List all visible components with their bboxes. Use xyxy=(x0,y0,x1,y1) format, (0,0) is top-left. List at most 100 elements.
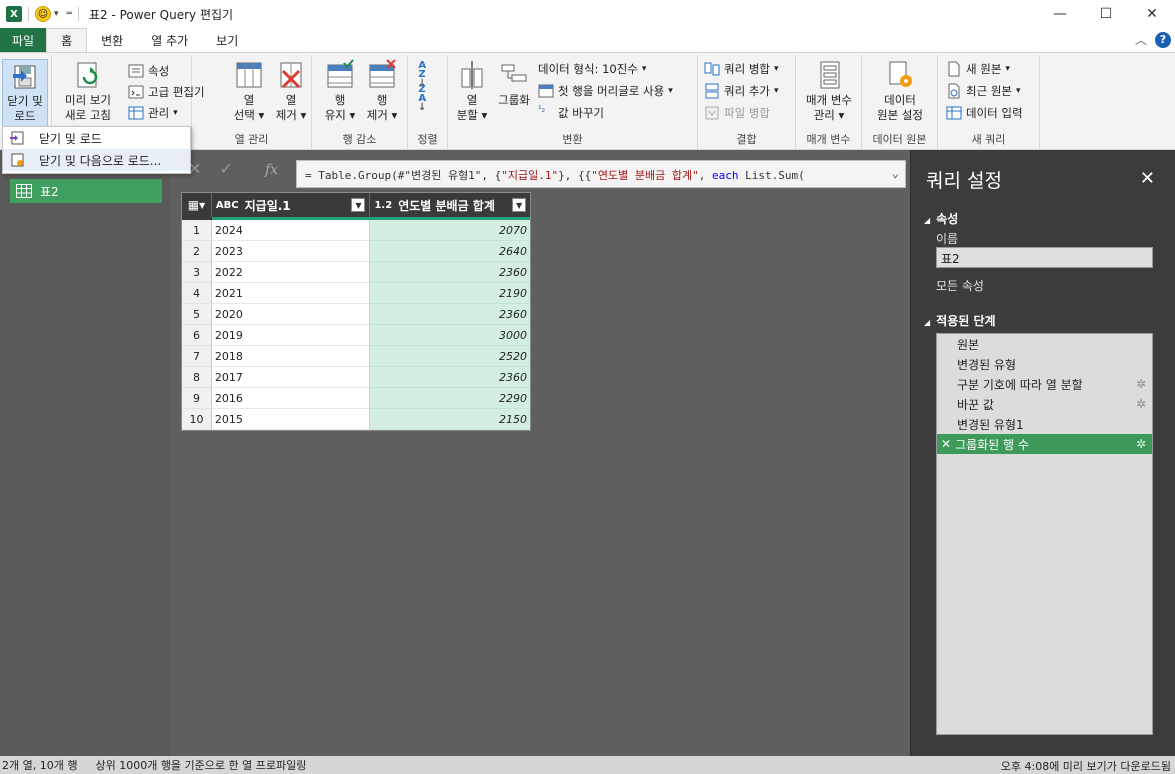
split-column-button[interactable]: 열 분할 ▾ xyxy=(450,59,494,123)
expand-formula-icon[interactable]: ⌄ xyxy=(892,166,899,180)
cell[interactable]: 2520 xyxy=(370,346,531,367)
cell[interactable]: 2016 xyxy=(211,388,371,409)
cell[interactable]: 2024 xyxy=(211,220,371,241)
menu-item-close-load[interactable]: 닫기 및 로드 xyxy=(3,127,190,149)
tab-transform[interactable]: 변환 xyxy=(87,28,137,52)
new-source-button[interactable]: 새 원본 ▾ xyxy=(946,59,1010,79)
smiley-feedback-icon[interactable]: ☺ xyxy=(35,6,51,22)
enter-data-button[interactable]: 데이터 입력 xyxy=(946,103,1023,123)
fx-icon[interactable]: fx xyxy=(265,162,278,178)
table-row[interactable]: 1 2024 2070 xyxy=(182,220,531,241)
manage-columns-group: 열 선택 ▾ 열 제거 ▾ 열 관리 xyxy=(192,55,312,149)
manage-button[interactable]: 관리 ▾ xyxy=(128,103,178,123)
table-row[interactable]: 3 2022 2360 xyxy=(182,262,531,283)
window-title: 표2 - Power Query 편집기 xyxy=(88,7,234,22)
append-queries-button[interactable]: 쿼리 추가 ▾ xyxy=(704,81,779,101)
step-item[interactable]: 바꾼 값 ✲ xyxy=(937,394,1152,414)
chevron-down-icon: ▾ xyxy=(773,86,779,96)
column-header[interactable]: 1.2 연도별 분배금 합계 ▼ xyxy=(370,193,530,217)
query-item[interactable]: 표2 xyxy=(10,179,162,203)
step-item[interactable]: 변경된 유형1 xyxy=(937,414,1152,434)
cell[interactable]: 2018 xyxy=(211,346,371,367)
text-type-icon[interactable]: ABC xyxy=(216,200,239,211)
recent-sources-icon xyxy=(948,83,960,99)
close-window-button[interactable]: ✕ xyxy=(1129,0,1175,28)
remove-columns-button[interactable]: 열 제거 ▾ xyxy=(268,59,314,123)
remove-rows-button[interactable]: 행 제거 ▾ xyxy=(360,59,404,123)
step-item-selected[interactable]: ✕ 그룹화된 행 수 ✲ xyxy=(937,434,1152,454)
decimal-type-icon[interactable]: 1.2 xyxy=(374,200,392,211)
tab-home[interactable]: 홈 xyxy=(46,28,88,52)
confirm-formula-icon[interactable]: ✓ xyxy=(219,159,232,178)
cell[interactable]: 2290 xyxy=(370,388,531,409)
table-row[interactable]: 10 2015 2150 xyxy=(182,409,531,430)
properties-section-header[interactable]: ◢ 속성 xyxy=(924,210,958,227)
properties-button[interactable]: 속성 xyxy=(128,61,169,81)
cell[interactable]: 2015 xyxy=(211,409,371,430)
cell[interactable]: 2022 xyxy=(211,262,371,283)
sort-descending-button[interactable]: Z A ↓ xyxy=(418,85,426,113)
collapse-ribbon-icon[interactable]: ︿ xyxy=(1135,31,1147,48)
choose-columns-button[interactable]: 열 선택 ▾ xyxy=(226,59,272,123)
step-item[interactable]: 구분 기호에 따라 열 분할 ✲ xyxy=(937,374,1152,394)
step-item[interactable]: 변경된 유형 xyxy=(937,354,1152,374)
formula-bar[interactable]: = Table.Group(#"변경된 유형1", {"지급일.1"}, {{"… xyxy=(296,160,906,188)
close-load-button[interactable]: 닫기 및 로드 xyxy=(2,59,48,129)
tab-view[interactable]: 보기 xyxy=(202,28,252,52)
cell[interactable]: 2190 xyxy=(370,283,531,304)
table-row[interactable]: 7 2018 2520 xyxy=(182,346,531,367)
cell[interactable]: 2150 xyxy=(370,409,531,430)
query-name-field[interactable]: 표2 xyxy=(936,247,1153,268)
cell[interactable]: 2017 xyxy=(211,367,371,388)
gear-icon[interactable]: ✲ xyxy=(1136,397,1146,411)
cell[interactable]: 2360 xyxy=(370,304,531,325)
table-row[interactable]: 8 2017 2360 xyxy=(182,367,531,388)
tab-file[interactable]: 파일 xyxy=(0,28,47,52)
minimize-button[interactable]: — xyxy=(1037,0,1083,28)
quick-access-menu-icon[interactable]: ═ xyxy=(67,9,72,19)
table-row[interactable]: 9 2016 2290 xyxy=(182,388,531,409)
cell[interactable]: 3000 xyxy=(370,325,531,346)
merge-queries-button[interactable]: 쿼리 병합 ▾ xyxy=(704,59,779,79)
table-menu-icon[interactable]: ▦▾ xyxy=(182,193,212,217)
column-header[interactable]: ABC 지급일.1 ▼ xyxy=(212,193,371,217)
cell[interactable]: 2023 xyxy=(211,241,371,262)
recent-sources-button[interactable]: 최근 원본 ▾ xyxy=(946,81,1021,101)
manage-parameters-button[interactable]: 매개 변수 관리 ▾ xyxy=(800,59,858,123)
cell[interactable]: 2360 xyxy=(370,262,531,283)
table-row[interactable]: 5 2020 2360 xyxy=(182,304,531,325)
column-filter-icon[interactable]: ▼ xyxy=(512,198,527,212)
cell[interactable]: 2019 xyxy=(211,325,371,346)
data-type-dropdown[interactable]: 데이터 형식: 10진수 ▾ xyxy=(538,59,646,79)
column-filter-icon[interactable]: ▼ xyxy=(351,198,366,212)
applied-steps-header[interactable]: ◢ 적용된 단계 xyxy=(924,312,996,329)
keep-rows-button[interactable]: 행 유지 ▾ xyxy=(318,59,362,123)
choose-columns-label-1: 열 xyxy=(243,93,255,107)
gear-icon[interactable]: ✲ xyxy=(1136,377,1146,391)
status-profiling[interactable]: 상위 1000개 행을 기준으로 한 열 프로파일링 xyxy=(95,757,306,773)
cell[interactable]: 2640 xyxy=(370,241,531,262)
chevron-down-icon[interactable]: ▾ xyxy=(54,9,59,19)
use-first-row-button[interactable]: 첫 행을 머리글로 사용 ▾ xyxy=(538,81,673,101)
cell[interactable]: 2021 xyxy=(211,283,371,304)
cell[interactable]: 2020 xyxy=(211,304,371,325)
combine-files-button[interactable]: 파일 병합 xyxy=(704,103,770,123)
cell[interactable]: 2070 xyxy=(370,220,531,241)
cell[interactable]: 2360 xyxy=(370,367,531,388)
group-by-button[interactable]: 그룹화 xyxy=(492,59,536,108)
tab-add-column[interactable]: 열 추가 xyxy=(137,28,202,52)
menu-item-close-load-to[interactable]: 닫기 및 다음으로 로드... xyxy=(3,149,190,171)
table-row[interactable]: 2 2023 2640 xyxy=(182,241,531,262)
all-properties-link[interactable]: 모든 속성 xyxy=(936,277,984,294)
close-icon[interactable]: ✕ xyxy=(1140,168,1155,189)
refresh-preview-button[interactable]: 미리 보기 새로 고침 xyxy=(60,59,116,123)
table-row[interactable]: 6 2019 3000 xyxy=(182,325,531,346)
data-source-settings-button[interactable]: 데이터 원본 설정 xyxy=(868,59,932,123)
replace-values-button[interactable]: ¹₂ 값 바꾸기 xyxy=(538,103,604,123)
gear-icon[interactable]: ✲ xyxy=(1136,437,1146,451)
table-row[interactable]: 4 2021 2190 xyxy=(182,283,531,304)
step-item[interactable]: 원본 xyxy=(937,334,1152,354)
delete-step-icon[interactable]: ✕ xyxy=(941,437,951,451)
maximize-button[interactable]: ☐ xyxy=(1083,0,1129,28)
help-icon[interactable]: ? xyxy=(1155,31,1171,48)
